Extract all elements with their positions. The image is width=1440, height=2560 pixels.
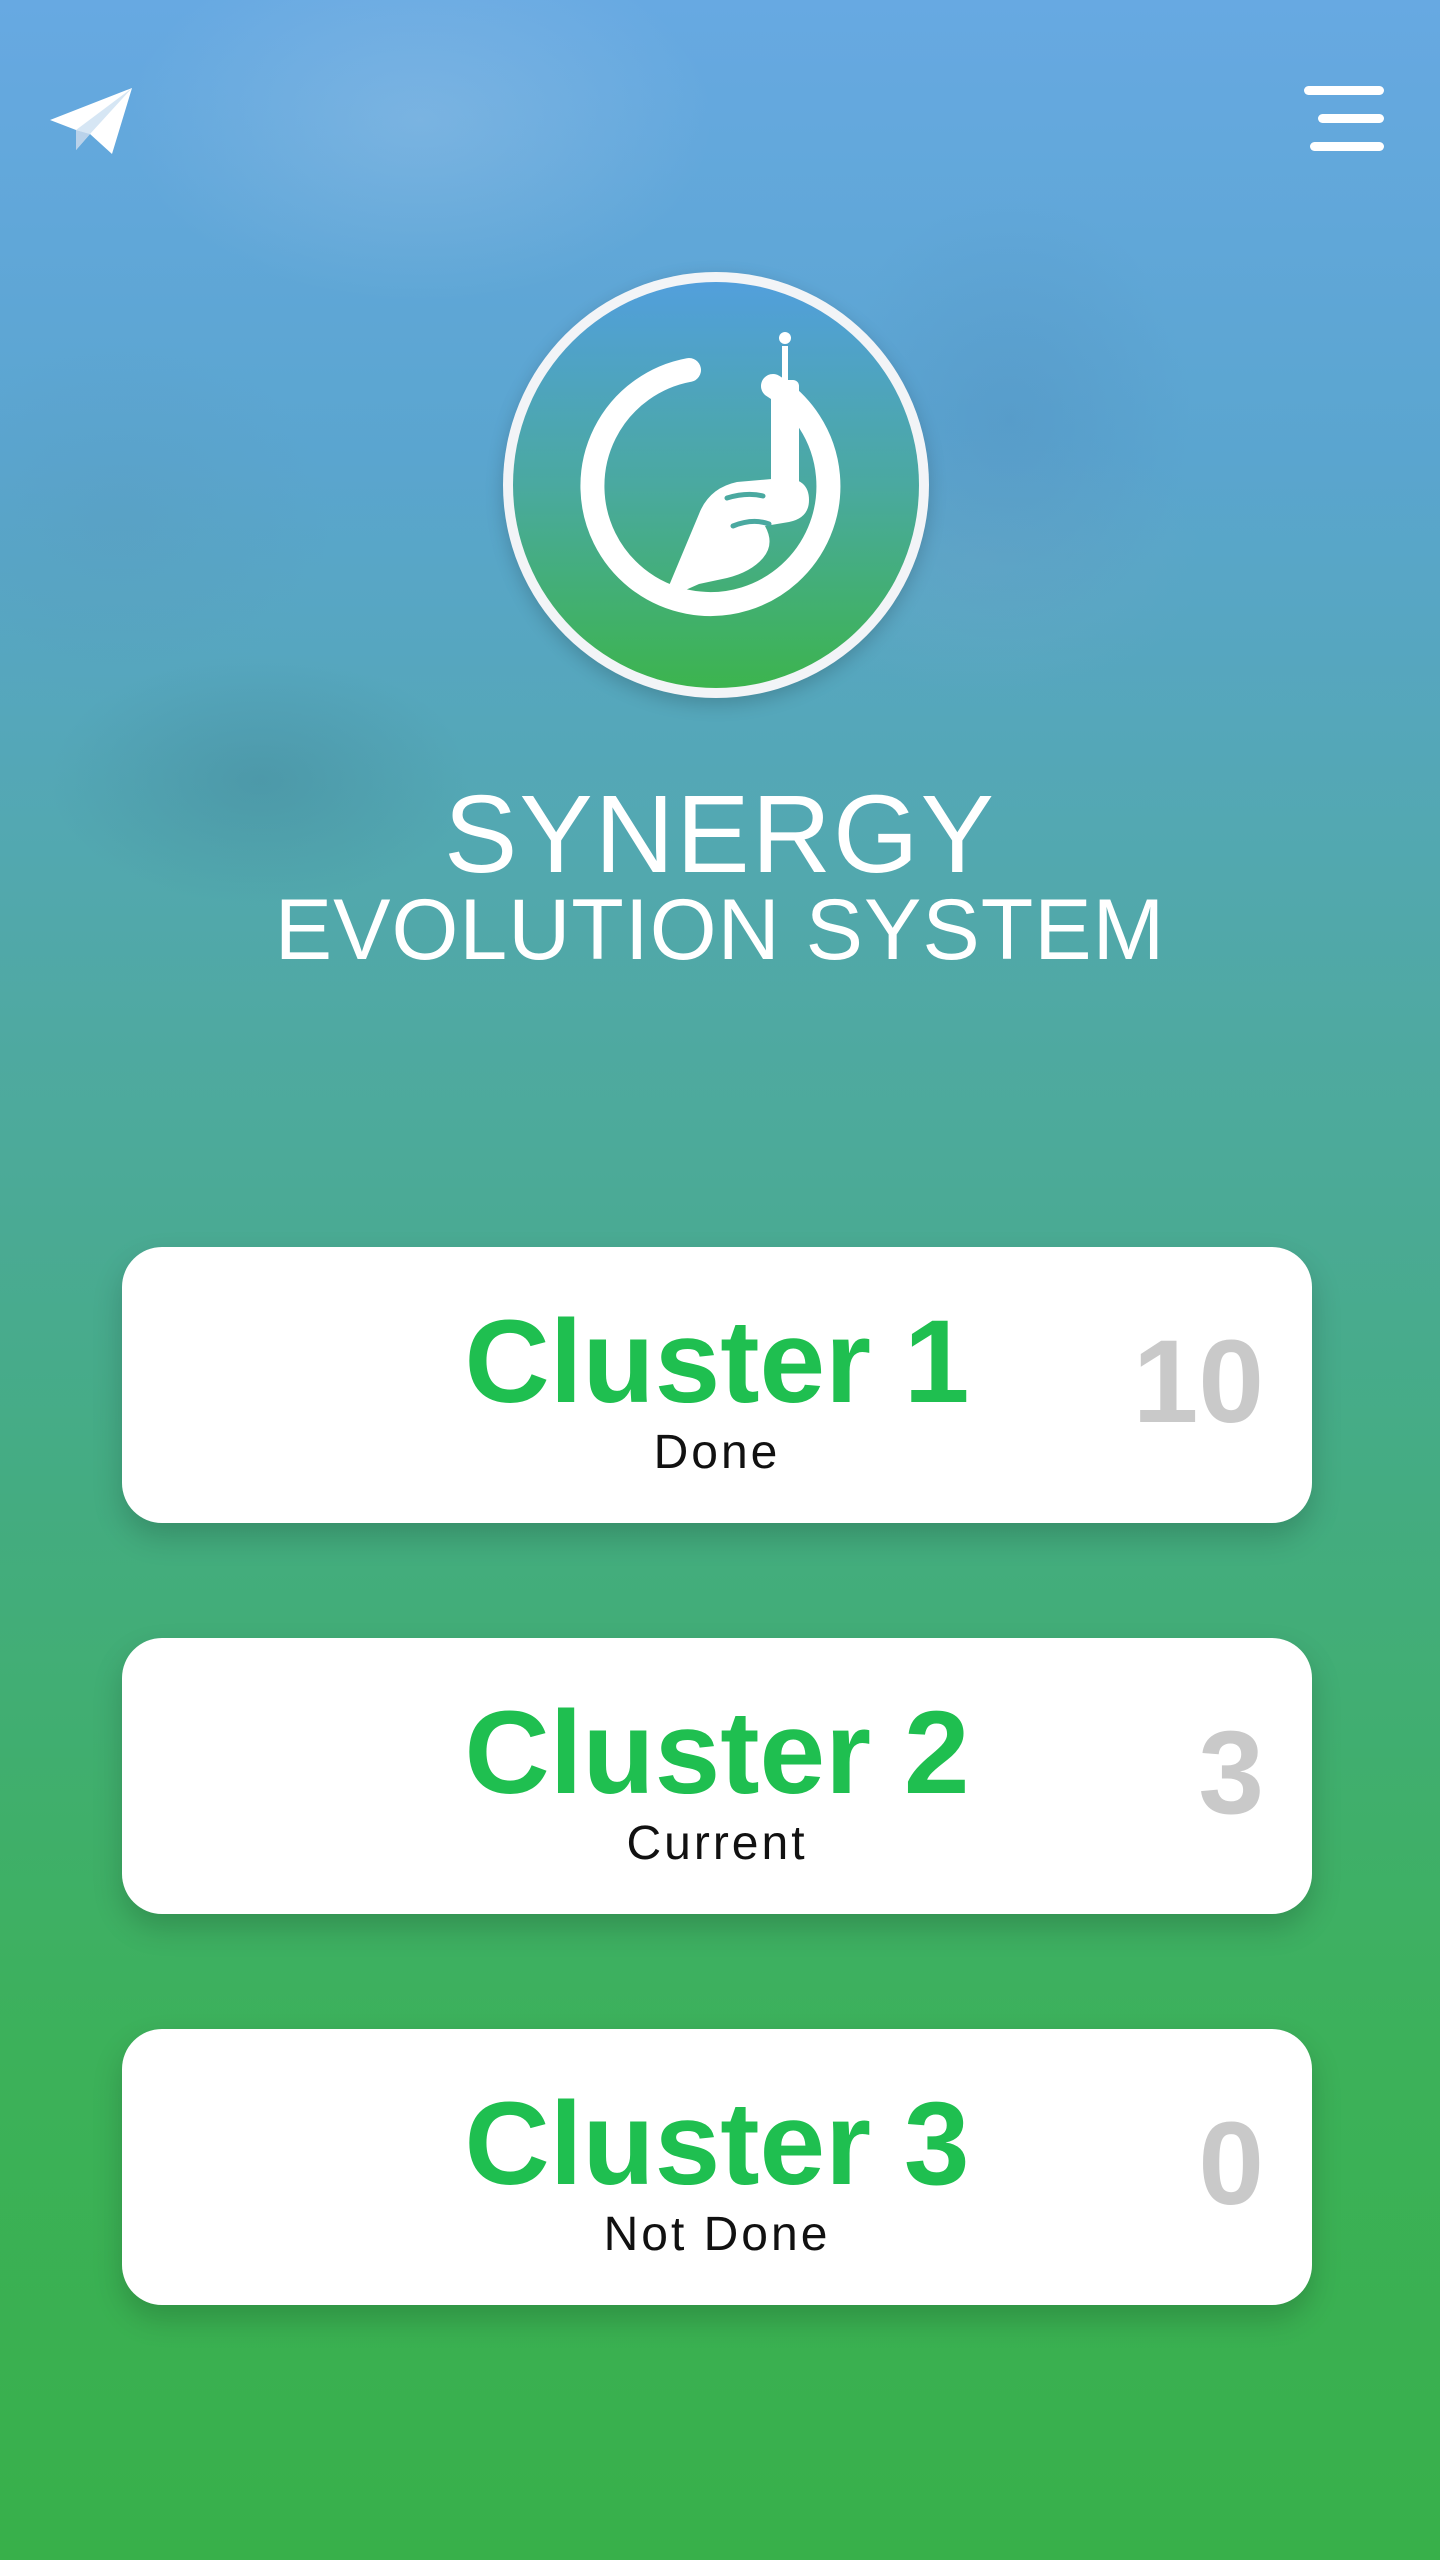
syringe-hand-icon <box>580 332 841 617</box>
cluster-card-2[interactable]: Cluster 2 Current 3 <box>122 1638 1312 1914</box>
paper-plane-icon[interactable] <box>46 82 136 162</box>
cluster-card-3[interactable]: Cluster 3 Not Done 0 <box>122 2029 1312 2305</box>
cluster-card-1[interactable]: Cluster 1 Done 10 <box>122 1247 1312 1523</box>
app-logo <box>503 272 929 698</box>
cluster-count: 10 <box>1132 1316 1264 1448</box>
cluster-count: 0 <box>1198 2098 1264 2230</box>
brand-subtitle: EVOLUTION SYSTEM <box>274 882 1166 978</box>
cluster-count: 3 <box>1198 1707 1264 1839</box>
menu-icon[interactable] <box>1296 82 1386 158</box>
